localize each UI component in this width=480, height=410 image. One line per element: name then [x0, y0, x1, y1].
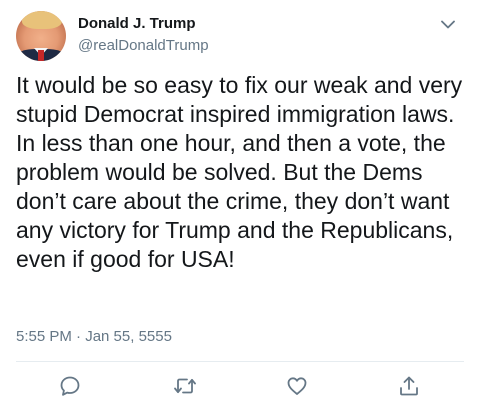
share-icon: [398, 375, 420, 397]
reply-button[interactable]: [56, 372, 84, 400]
heart-icon: [286, 375, 308, 397]
author-handle[interactable]: @realDonaldTrump: [78, 37, 209, 54]
retweet-icon: [173, 375, 197, 397]
avatar[interactable]: [16, 11, 66, 61]
reply-icon: [59, 375, 81, 397]
divider: [16, 361, 464, 362]
tweet-menu-button[interactable]: [436, 15, 460, 33]
share-button[interactable]: [395, 372, 423, 400]
like-button[interactable]: [283, 372, 311, 400]
author-display-name[interactable]: Donald J. Trump: [78, 15, 196, 32]
tweet-timestamp[interactable]: 5:55 PM · Jan 55, 5555: [16, 328, 172, 345]
avatar-hair: [22, 11, 62, 29]
tweet-card: Donald J. Trump @realDonaldTrump It woul…: [0, 0, 480, 410]
retweet-button[interactable]: [171, 372, 199, 400]
tweet-text: It would be so easy to fix our weak and …: [16, 72, 463, 272]
avatar-tie: [38, 50, 44, 61]
chevron-down-icon: [441, 20, 455, 29]
